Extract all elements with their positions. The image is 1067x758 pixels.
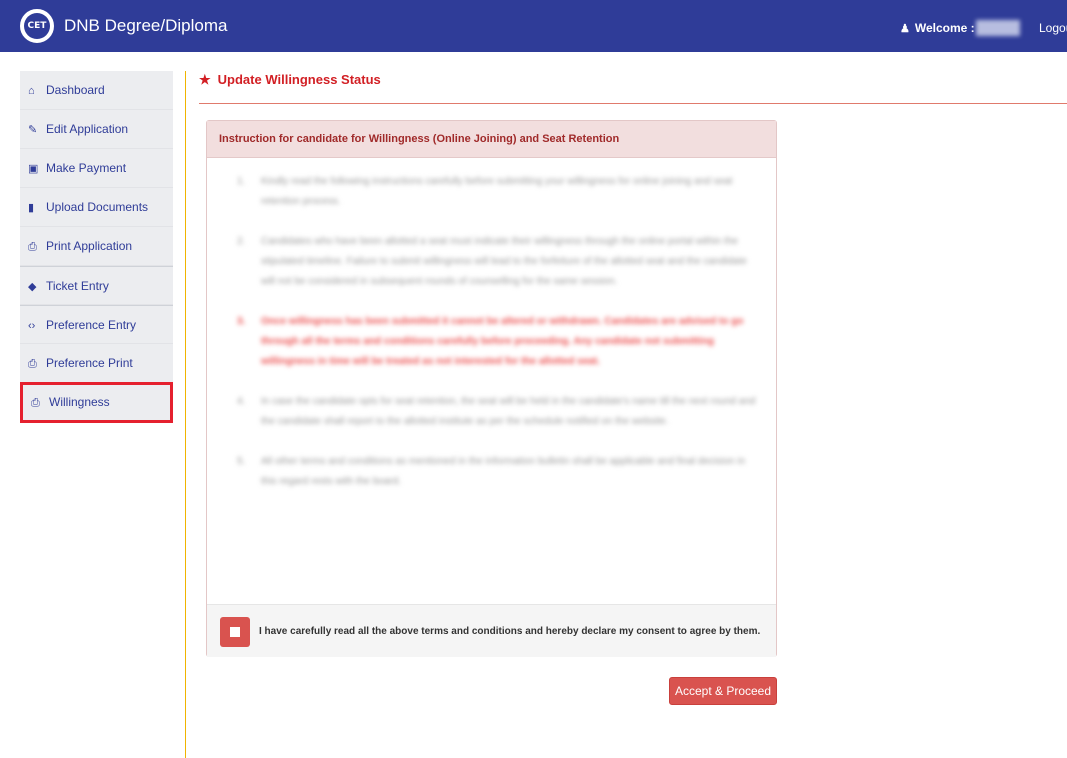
instruction-item: 2. Candidates who have been allotted a s… [237,232,757,292]
instruction-number: 4. [237,396,246,407]
sidebar-item-make-payment[interactable]: ▣ Make Payment [20,149,173,188]
title-divider [199,103,1067,104]
sidebar-item-label: Upload Documents [46,200,149,214]
instruction-text: In case the candidate opts for seat rete… [261,396,756,427]
instruction-number: 3. [237,316,246,327]
instruction-item: 4. In case the candidate opts for seat r… [237,392,757,432]
page-title: ★ Update Willingness Status [199,72,381,88]
instruction-item: 1. Kindly read the following instruction… [237,172,757,212]
username-redacted [976,20,1020,36]
page-title-text: Update Willingness Status [217,72,381,87]
instruction-item-highlighted: 3. Once willingness has been submitted i… [237,312,757,372]
panel-body: 1. Kindly read the following instruction… [207,158,776,604]
logo-text: CET [24,13,50,39]
code-icon: ‹› [28,320,36,332]
sidebar-item-print-application[interactable]: ⎙ Print Application [20,227,173,266]
star-icon: ★ [199,72,211,87]
consent-footer: I have carefully read all the above term… [207,604,776,657]
sidebar-item-preference-print[interactable]: ⎙ Preference Print [20,344,173,383]
top-header: CET DNB Degree/Diploma ♟ Welcome : Logou [0,0,1067,52]
consent-checkbox[interactable] [220,617,250,647]
sidebar-item-label: Dashboard [46,83,105,97]
checkbox-square-icon [230,627,240,637]
instruction-number: 5. [237,456,246,467]
welcome-text: Welcome : [914,21,975,35]
sidebar-item-label: Edit Application [46,122,129,136]
cet-logo: CET [20,9,54,43]
sidebar-item-label: Preference Entry [46,318,137,332]
instruction-text: All other terms and conditions as mentio… [261,456,746,487]
accept-proceed-button[interactable]: Accept & Proceed [669,677,777,705]
instruction-text: Candidates who have been allotted a seat… [261,236,747,287]
sidebar-item-dashboard[interactable]: ⌂ Dashboard [20,71,173,110]
sidebar-item-label: Preference Print [46,356,133,370]
consent-text: I have carefully read all the above term… [259,626,761,637]
sidebar-nav: ⌂ Dashboard ✎ Edit Application ▣ Make Payme… [20,71,173,423]
edit-icon: ✎ [28,124,38,136]
sidebar-divider [185,71,186,758]
instruction-text: Kindly read the following instructions c… [261,176,733,207]
sidebar-item-label: Print Application [46,239,133,253]
instruction-text: Once willingness has been submitted it c… [261,316,744,367]
logout-link[interactable]: Logou [1039,21,1067,35]
money-icon: ▣ [28,163,39,175]
panel-heading: Instruction for candidate for Willingnes… [207,121,776,158]
sidebar-item-label: Ticket Entry [46,279,109,293]
sidebar-item-edit-application[interactable]: ✎ Edit Application [20,110,173,149]
print-icon: ⎙ [31,397,40,409]
sidebar-item-ticket-entry[interactable]: ◆ Ticket Entry [20,266,173,305]
ticket-icon: ◆ [28,281,37,293]
print-icon: ⎙ [28,358,37,370]
sidebar-item-upload-documents[interactable]: ▮ Upload Documents [20,188,173,227]
instructions-panel: Instruction for candidate for Willingnes… [206,120,777,657]
sidebar-item-label: Willingness [49,395,110,409]
instruction-item: 5. All other terms and conditions as men… [237,452,757,492]
sidebar-item-label: Make Payment [46,161,127,175]
print-icon: ⎙ [28,241,37,253]
instruction-number: 2. [237,236,246,247]
file-icon: ▮ [28,202,35,214]
app-title: DNB Degree/Diploma [64,16,228,35]
instructions-list: 1. Kindly read the following instruction… [237,172,757,512]
home-icon: ⌂ [28,85,35,97]
sidebar-item-willingness[interactable]: ⎙ Willingness [20,382,173,423]
instruction-number: 1. [237,176,246,187]
welcome-label: ♟ Welcome : [900,21,975,35]
user-icon: ♟ [900,23,910,35]
sidebar-item-preference-entry[interactable]: ‹› Preference Entry [20,305,173,344]
